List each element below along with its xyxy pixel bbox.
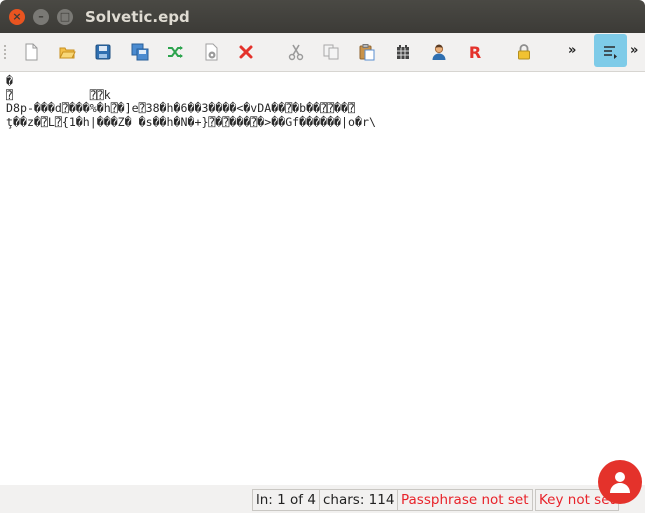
paste-icon[interactable] [354, 39, 380, 65]
toolbar: R » » [0, 33, 645, 72]
maximize-window-button[interactable]: □ [57, 8, 73, 25]
status-bar: ln: 1 of 4 chars: 114 Passphrase not set… [0, 485, 645, 513]
title-bar: × – □ Solvetic.epd [0, 0, 645, 33]
lock-icon[interactable] [511, 39, 537, 65]
editor-line: � [6, 74, 13, 88]
status-passphrase: Passphrase not set [397, 489, 533, 511]
text-editor[interactable]: � ⍰ ⍰⍰k D8p-���d⍰���%�h⍰�]e⍰38�h�6��3����<… [0, 72, 645, 485]
open-folder-icon[interactable] [54, 39, 80, 65]
status-chars: chars: 114 [319, 489, 399, 511]
toolbar-grip[interactable] [4, 45, 8, 59]
editor-line: ⍰ ⍰⍰k [6, 87, 111, 102]
text-lines-icon [603, 45, 617, 59]
close-window-button[interactable]: × [9, 8, 25, 25]
copy-icon[interactable] [318, 39, 344, 65]
r-icon[interactable]: R [462, 39, 488, 65]
chart-grid-icon[interactable] [390, 39, 416, 65]
text-mode-button[interactable] [594, 34, 627, 67]
cut-icon[interactable] [283, 39, 309, 65]
delete-icon[interactable] [233, 39, 259, 65]
toolbar-overflow-left[interactable]: » [568, 43, 576, 58]
toolbar-overflow-right[interactable]: » [630, 43, 638, 58]
status-line: ln: 1 of 4 [252, 489, 320, 511]
save-as-icon[interactable] [127, 39, 153, 65]
shuffle-icon[interactable] [162, 39, 188, 65]
new-file-icon[interactable] [18, 39, 44, 65]
editor-line: D8p-���d⍰���%�h⍰�]e⍰38�h�6��3����<�vDA��… [6, 101, 356, 115]
editor-content[interactable]: � ⍰ ⍰⍰k D8p-���d⍰���%�h⍰�]e⍰38�h�6��3����<… [0, 72, 645, 132]
app-window: × – □ Solvetic.epd R » » � ⍰ ⍰⍰k D8p-���… [0, 0, 645, 513]
editor-line: ţ��z�⍰L⍰{1�h|���Z� �s��h�N�+}⍰�⍰���⍰�>��… [6, 114, 376, 129]
user-icon[interactable] [426, 39, 452, 65]
minimize-window-button[interactable]: – [33, 8, 49, 25]
watermark-logo [598, 460, 642, 504]
settings-page-icon[interactable] [198, 39, 224, 65]
window-title: Solvetic.epd [85, 7, 190, 26]
save-icon[interactable] [90, 39, 116, 65]
